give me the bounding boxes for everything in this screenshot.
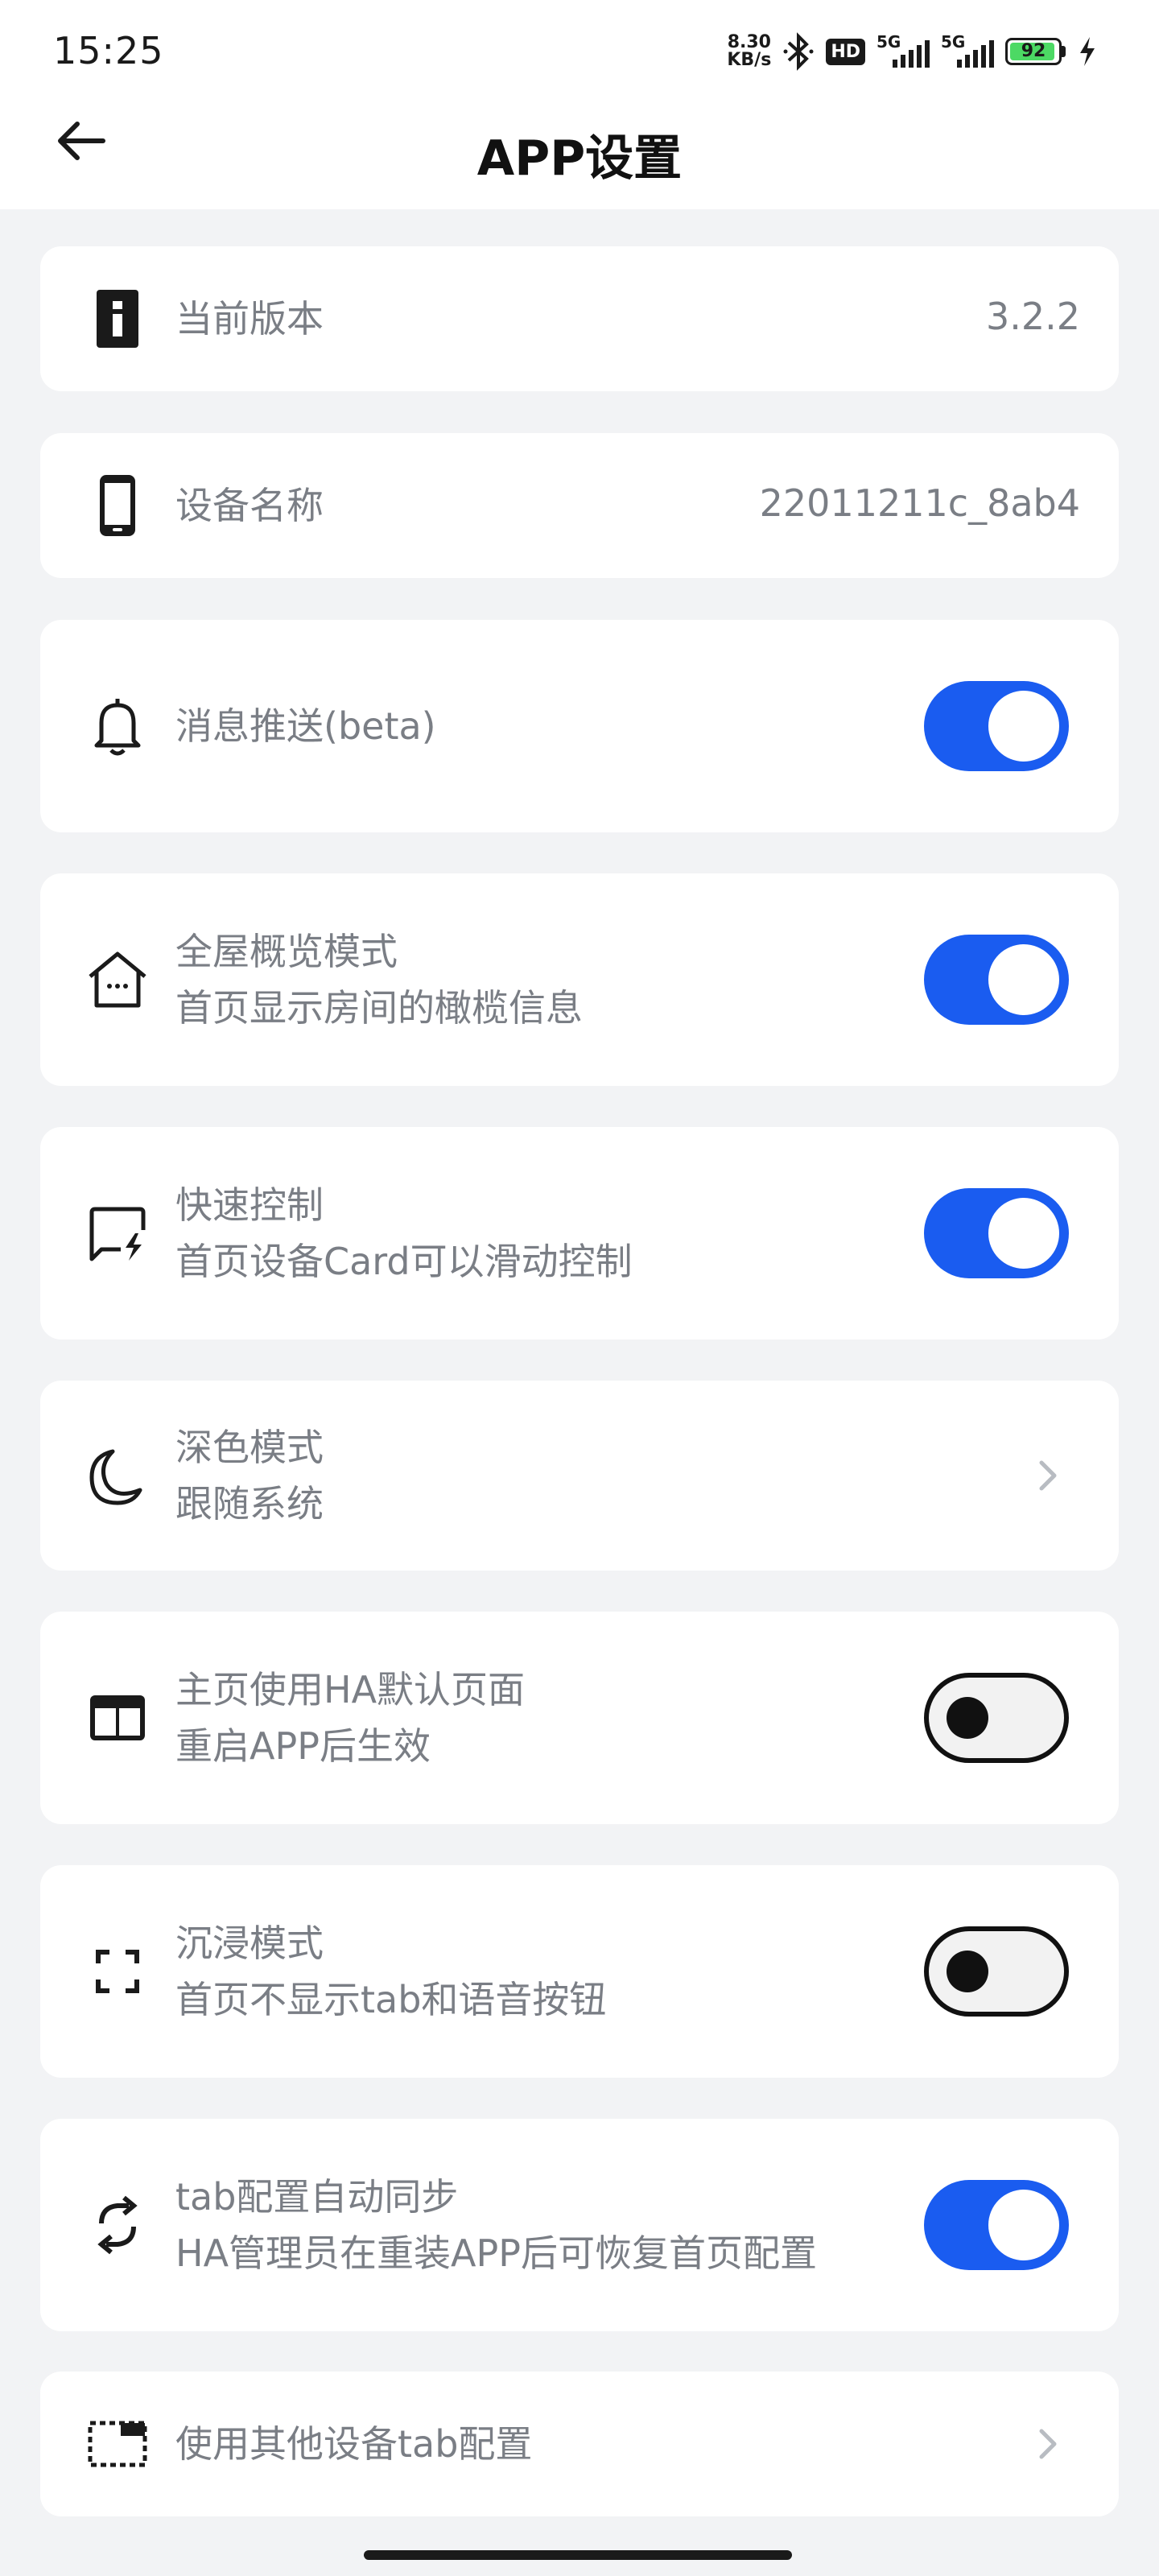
dark-mode-title: 深色模式 xyxy=(175,1426,324,1469)
dark-mode-card[interactable]: 深色模式 跟随系统 xyxy=(40,1381,1119,1571)
overview-title: 全屋概览模式 xyxy=(175,930,398,973)
quick-control-title: 快速控制 xyxy=(175,1183,324,1227)
battery-level: 92 xyxy=(1021,41,1046,61)
immersive-toggle[interactable] xyxy=(924,1926,1069,2017)
net-speed: 8.30 KB/s xyxy=(727,34,771,69)
phone-icon xyxy=(100,475,135,536)
page-title: APP设置 xyxy=(476,130,683,187)
home-indicator[interactable] xyxy=(364,2550,792,2560)
device-name-card[interactable]: 设备名称 22011211c_8ab4 xyxy=(40,433,1119,578)
push-toggle[interactable] xyxy=(924,681,1069,771)
battery-icon: 92 xyxy=(1005,38,1066,65)
device-name-value: 22011211c_8ab4 xyxy=(759,481,1080,525)
tab-config-icon xyxy=(88,2421,147,2467)
moon-icon xyxy=(89,1449,142,1505)
ha-default-page-title: 主页使用HA默认页面 xyxy=(175,1668,526,1711)
house-icon xyxy=(89,952,146,1008)
signal-sim2-icon: 5G xyxy=(941,32,994,71)
chevron-right-icon xyxy=(1039,1460,1057,1491)
ha-default-page-card: 主页使用HA默认页面 重启APP后生效 xyxy=(40,1612,1119,1824)
hd-voice-badge: HD xyxy=(826,38,865,65)
chevron-right-icon xyxy=(1039,2429,1057,2459)
sync-icon xyxy=(97,2195,138,2255)
push-notification-card: 消息推送(beta) xyxy=(40,620,1119,832)
other-device-tab-card[interactable]: 使用其他设备tab配置 xyxy=(40,2372,1119,2516)
immersive-title: 沉浸模式 xyxy=(175,1922,324,1965)
info-icon xyxy=(97,290,138,348)
push-title: 消息推送(beta) xyxy=(175,704,436,748)
status-icons: 8.30 KB/s HD 5G 5G 92 xyxy=(727,29,1098,74)
overview-mode-card: 全屋概览模式 首页显示房间的橄榄信息 xyxy=(40,873,1119,1086)
net-speed-unit: KB/s xyxy=(727,50,772,70)
tab-sync-toggle[interactable] xyxy=(924,2180,1069,2270)
version-value: 3.2.2 xyxy=(985,295,1080,338)
version-card: 当前版本 3.2.2 xyxy=(40,246,1119,391)
bell-icon xyxy=(94,699,141,756)
overview-toggle[interactable] xyxy=(924,935,1069,1025)
quick-control-icon xyxy=(89,1207,146,1261)
tab-sync-subtitle: HA管理员在重装APP后可恢复首页配置 xyxy=(175,2231,818,2275)
immersive-mode-card: 沉浸模式 首页不显示tab和语音按钮 xyxy=(40,1865,1119,2078)
ha-default-page-subtitle: 重启APP后生效 xyxy=(175,1724,431,1768)
status-time: 15:25 xyxy=(53,29,164,72)
overview-subtitle: 首页显示房间的橄榄信息 xyxy=(175,986,583,1030)
version-label: 当前版本 xyxy=(175,297,324,341)
dark-mode-subtitle: 跟随系统 xyxy=(175,1482,324,1525)
immersive-subtitle: 首页不显示tab和语音按钮 xyxy=(175,1978,607,2021)
charging-icon xyxy=(1080,37,1095,66)
bluetooth-icon xyxy=(783,32,814,71)
device-name-label: 设备名称 xyxy=(175,484,324,527)
fullscreen-icon xyxy=(96,1950,139,1993)
quick-control-card: 快速控制 首页设备Card可以滑动控制 xyxy=(40,1127,1119,1340)
ha-default-page-toggle[interactable] xyxy=(924,1673,1069,1763)
tab-sync-title: tab配置自动同步 xyxy=(175,2175,459,2219)
signal-sim1-icon: 5G xyxy=(876,32,930,71)
tab-sync-card: tab配置自动同步 HA管理员在重装APP后可恢复首页配置 xyxy=(40,2119,1119,2331)
web-page-icon xyxy=(90,1695,145,1740)
quick-control-toggle[interactable] xyxy=(924,1188,1069,1278)
status-bar: 15:25 8.30 KB/s HD 5G 5G 92 xyxy=(0,0,1159,105)
quick-control-subtitle: 首页设备Card可以滑动控制 xyxy=(175,1240,633,1283)
other-device-tab-title: 使用其他设备tab配置 xyxy=(175,2422,533,2466)
net-speed-value: 8.30 xyxy=(727,32,771,52)
